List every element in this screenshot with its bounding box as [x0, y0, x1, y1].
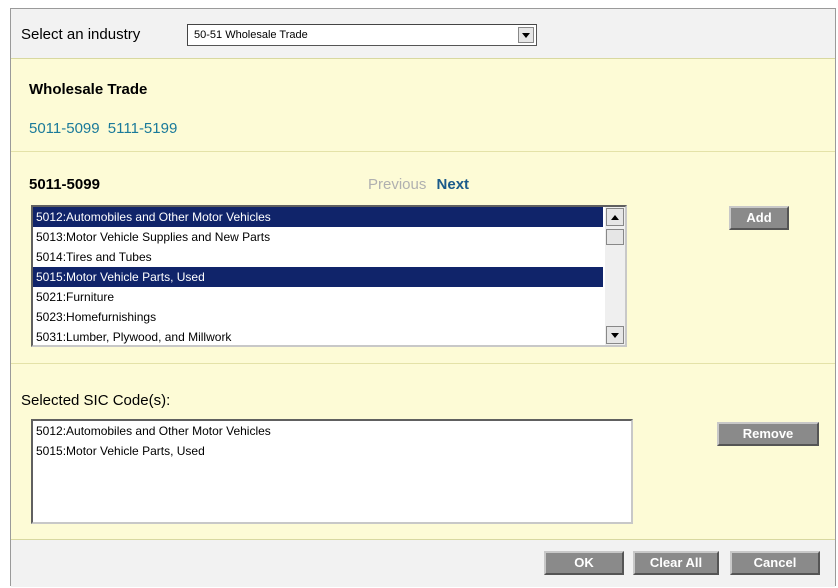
list-item[interactable]: 5031:Lumber, Plywood, and Millwork [33, 327, 603, 345]
subrange-title: 5011-5099 [29, 176, 100, 193]
pager: Previous Next [368, 176, 469, 193]
list-item[interactable]: 5015:Motor Vehicle Parts, Used [33, 267, 603, 287]
sic-code-dialog: Select an industry 50-51 Wholesale Trade… [10, 8, 836, 587]
range-link-5011-5099[interactable]: 5011-5099 [29, 120, 100, 137]
divider [11, 363, 835, 364]
list-item[interactable]: 5012:Automobiles and Other Motor Vehicle… [33, 421, 609, 441]
remove-button[interactable]: Remove [717, 422, 819, 446]
sic-code-list-items: 5012:Automobiles and Other Motor Vehicle… [33, 207, 625, 345]
footer-bar: OK Clear All Cancel [11, 539, 835, 587]
industry-dropdown[interactable]: 50-51 Wholesale Trade [187, 24, 537, 46]
sic-code-listbox[interactable]: 5012:Automobiles and Other Motor Vehicle… [31, 205, 627, 347]
chevron-down-icon [611, 332, 619, 338]
chevron-up-icon [611, 214, 619, 220]
range-link-5111-5199[interactable]: 5111-5199 [108, 120, 178, 137]
clear-all-button[interactable]: Clear All [633, 551, 719, 575]
divider [11, 151, 835, 152]
section-title: Wholesale Trade [29, 81, 148, 98]
ok-button[interactable]: OK [544, 551, 624, 575]
scroll-up-button[interactable] [606, 208, 624, 226]
add-button[interactable]: Add [729, 206, 789, 230]
selected-code-list-items: 5012:Automobiles and Other Motor Vehicle… [33, 421, 631, 461]
selected-codes-label: Selected SIC Code(s): [21, 392, 171, 409]
list-item[interactable]: 5013:Motor Vehicle Supplies and New Part… [33, 227, 603, 247]
list-item[interactable]: 5012:Automobiles and Other Motor Vehicle… [33, 207, 603, 227]
previous-link[interactable]: Previous [368, 176, 426, 193]
industry-label: Select an industry [21, 26, 141, 43]
list-item[interactable]: 5014:Tires and Tubes [33, 247, 603, 267]
range-links: 5011-5099 5111-5199 [29, 120, 181, 137]
next-link[interactable]: Next [437, 176, 470, 193]
listbox-scrollbar[interactable] [605, 207, 625, 345]
list-item[interactable]: 5015:Motor Vehicle Parts, Used [33, 441, 609, 461]
list-item[interactable]: 5021:Furniture [33, 287, 603, 307]
selected-codes-listbox[interactable]: 5012:Automobiles and Other Motor Vehicle… [31, 419, 633, 524]
chevron-down-icon [522, 32, 530, 38]
industry-dropdown-value: 50-51 Wholesale Trade [194, 29, 308, 41]
scroll-thumb[interactable] [606, 229, 624, 245]
list-item[interactable]: 5023:Homefurnishings [33, 307, 603, 327]
cancel-button[interactable]: Cancel [730, 551, 820, 575]
dropdown-arrow-button[interactable] [518, 27, 534, 43]
scroll-down-button[interactable] [606, 326, 624, 344]
industry-bar: Select an industry 50-51 Wholesale Trade [11, 9, 835, 59]
